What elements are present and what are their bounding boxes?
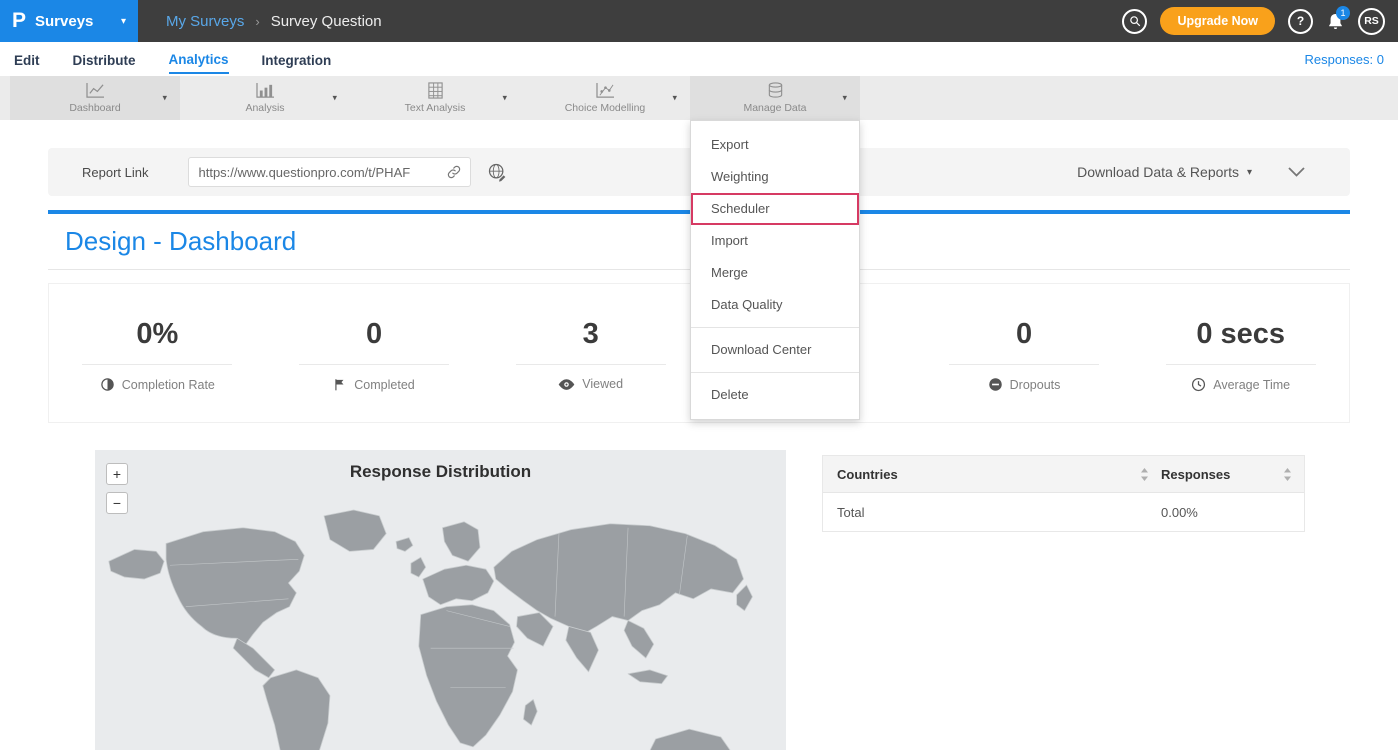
- countries-table-header: Countries Responses: [823, 456, 1304, 493]
- download-data-reports-dropdown[interactable]: Download Data & Reports ▾: [1077, 164, 1252, 180]
- responses-count: Responses: 0: [1305, 52, 1385, 67]
- stat-completion-rate: 0% Completion Rate: [49, 284, 266, 422]
- caret-down-icon[interactable]: ▾: [332, 93, 337, 104]
- zoom-out-button[interactable]: −: [106, 492, 128, 514]
- breadcrumb: My Surveys › Survey Question: [166, 13, 382, 30]
- menu-item-merge[interactable]: Merge: [691, 257, 859, 289]
- stat-completed: 0 Completed: [266, 284, 483, 422]
- world-map[interactable]: [95, 500, 786, 750]
- clock-icon: [1191, 377, 1206, 392]
- breadcrumb-current: Survey Question: [271, 13, 382, 30]
- menu-item-weighting[interactable]: Weighting: [691, 161, 859, 193]
- caret-down-icon[interactable]: ▾: [502, 93, 507, 104]
- report-bar-right: Download Data & Reports ▾: [1077, 164, 1305, 180]
- tab-dashboard[interactable]: Dashboard ▾: [10, 76, 180, 120]
- report-link-label: Report Link: [82, 165, 148, 180]
- completion-rate-icon: [100, 377, 115, 392]
- nav-item-distribute[interactable]: Distribute: [73, 46, 136, 73]
- bar-chart-icon: [256, 82, 275, 99]
- report-url-input[interactable]: [198, 165, 441, 180]
- flag-icon: [333, 377, 347, 392]
- tab-text-analysis[interactable]: Text Analysis ▾: [350, 76, 520, 120]
- menu-divider: [691, 327, 859, 328]
- map-zoom-controls: + −: [106, 463, 128, 514]
- topbar: P Surveys ▾ My Surveys › Survey Question…: [0, 0, 1398, 42]
- questionpro-logo: P: [12, 9, 26, 33]
- avatar[interactable]: RS: [1358, 8, 1385, 35]
- page-title: Design - Dashboard: [65, 226, 296, 257]
- minus-circle-icon: [988, 377, 1003, 392]
- menu-item-delete[interactable]: Delete: [691, 379, 859, 411]
- nav-item-edit[interactable]: Edit: [14, 46, 40, 73]
- collapse-chevron-icon[interactable]: [1288, 167, 1305, 177]
- notifications-bell-icon[interactable]: 1: [1326, 12, 1345, 31]
- stat-dropouts: 0 Dropouts: [916, 284, 1133, 422]
- scatter-chart-icon: [596, 82, 615, 99]
- help-icon[interactable]: ?: [1288, 9, 1313, 34]
- stat-viewed: 3 Viewed: [482, 284, 699, 422]
- tab-manage-data[interactable]: Manage Data ▾: [690, 76, 860, 120]
- section-nav: Edit Distribute Analytics Integration Re…: [0, 42, 1398, 76]
- upgrade-now-button[interactable]: Upgrade Now: [1160, 7, 1275, 35]
- caret-down-icon[interactable]: ▾: [672, 93, 677, 104]
- breadcrumb-separator: ›: [255, 14, 259, 29]
- menu-item-export[interactable]: Export: [691, 129, 859, 161]
- tab-choice-modelling[interactable]: Choice Modelling ▾: [520, 76, 690, 120]
- table-row-total: Total 0.00%: [823, 493, 1304, 531]
- map-title: Response Distribution: [95, 462, 786, 482]
- tab-analysis[interactable]: Analysis ▾: [180, 76, 350, 120]
- search-icon[interactable]: [1122, 9, 1147, 34]
- eye-icon: [558, 378, 575, 391]
- report-link-field: [188, 157, 471, 187]
- menu-divider: [691, 372, 859, 373]
- menu-item-import[interactable]: Import: [691, 225, 859, 257]
- analytics-toolbar: Dashboard ▾ Analysis ▾ Text Analysis ▾ C…: [0, 76, 1398, 120]
- caret-down-icon: ▾: [1247, 167, 1252, 178]
- notification-badge: 1: [1336, 6, 1350, 20]
- menu-item-download-center[interactable]: Download Center: [691, 334, 859, 366]
- stat-average-time: 0 secs Average Time: [1132, 284, 1349, 422]
- surveys-product-switcher[interactable]: P Surveys ▾: [0, 0, 138, 42]
- caret-down-icon: ▾: [121, 16, 126, 27]
- nav-item-analytics[interactable]: Analytics: [169, 45, 229, 74]
- countries-column-header[interactable]: Countries: [823, 467, 1161, 482]
- edit-link-globe-icon[interactable]: [487, 162, 507, 182]
- manage-data-menu: Export Weighting Scheduler Import Merge …: [690, 120, 860, 420]
- line-chart-icon: [86, 82, 105, 99]
- menu-item-data-quality[interactable]: Data Quality: [691, 289, 859, 321]
- breadcrumb-my-surveys[interactable]: My Surveys: [166, 13, 244, 30]
- menu-item-scheduler[interactable]: Scheduler: [691, 193, 859, 225]
- caret-down-icon[interactable]: ▾: [162, 93, 167, 104]
- sort-icon[interactable]: [1140, 468, 1149, 481]
- zoom-in-button[interactable]: +: [106, 463, 128, 485]
- product-name: Surveys: [35, 13, 93, 30]
- countries-table: Countries Responses Total 0.00%: [822, 455, 1305, 532]
- topbar-actions: Upgrade Now ? 1 RS: [1122, 7, 1398, 35]
- link-icon[interactable]: [447, 165, 461, 179]
- sort-icon[interactable]: [1283, 468, 1292, 481]
- database-icon: [766, 82, 785, 99]
- response-distribution-map-card: Response Distribution + −: [95, 450, 786, 750]
- caret-down-icon[interactable]: ▾: [842, 93, 847, 104]
- responses-column-header[interactable]: Responses: [1161, 467, 1304, 482]
- nav-item-integration[interactable]: Integration: [262, 46, 332, 73]
- text-table-icon: [426, 82, 445, 99]
